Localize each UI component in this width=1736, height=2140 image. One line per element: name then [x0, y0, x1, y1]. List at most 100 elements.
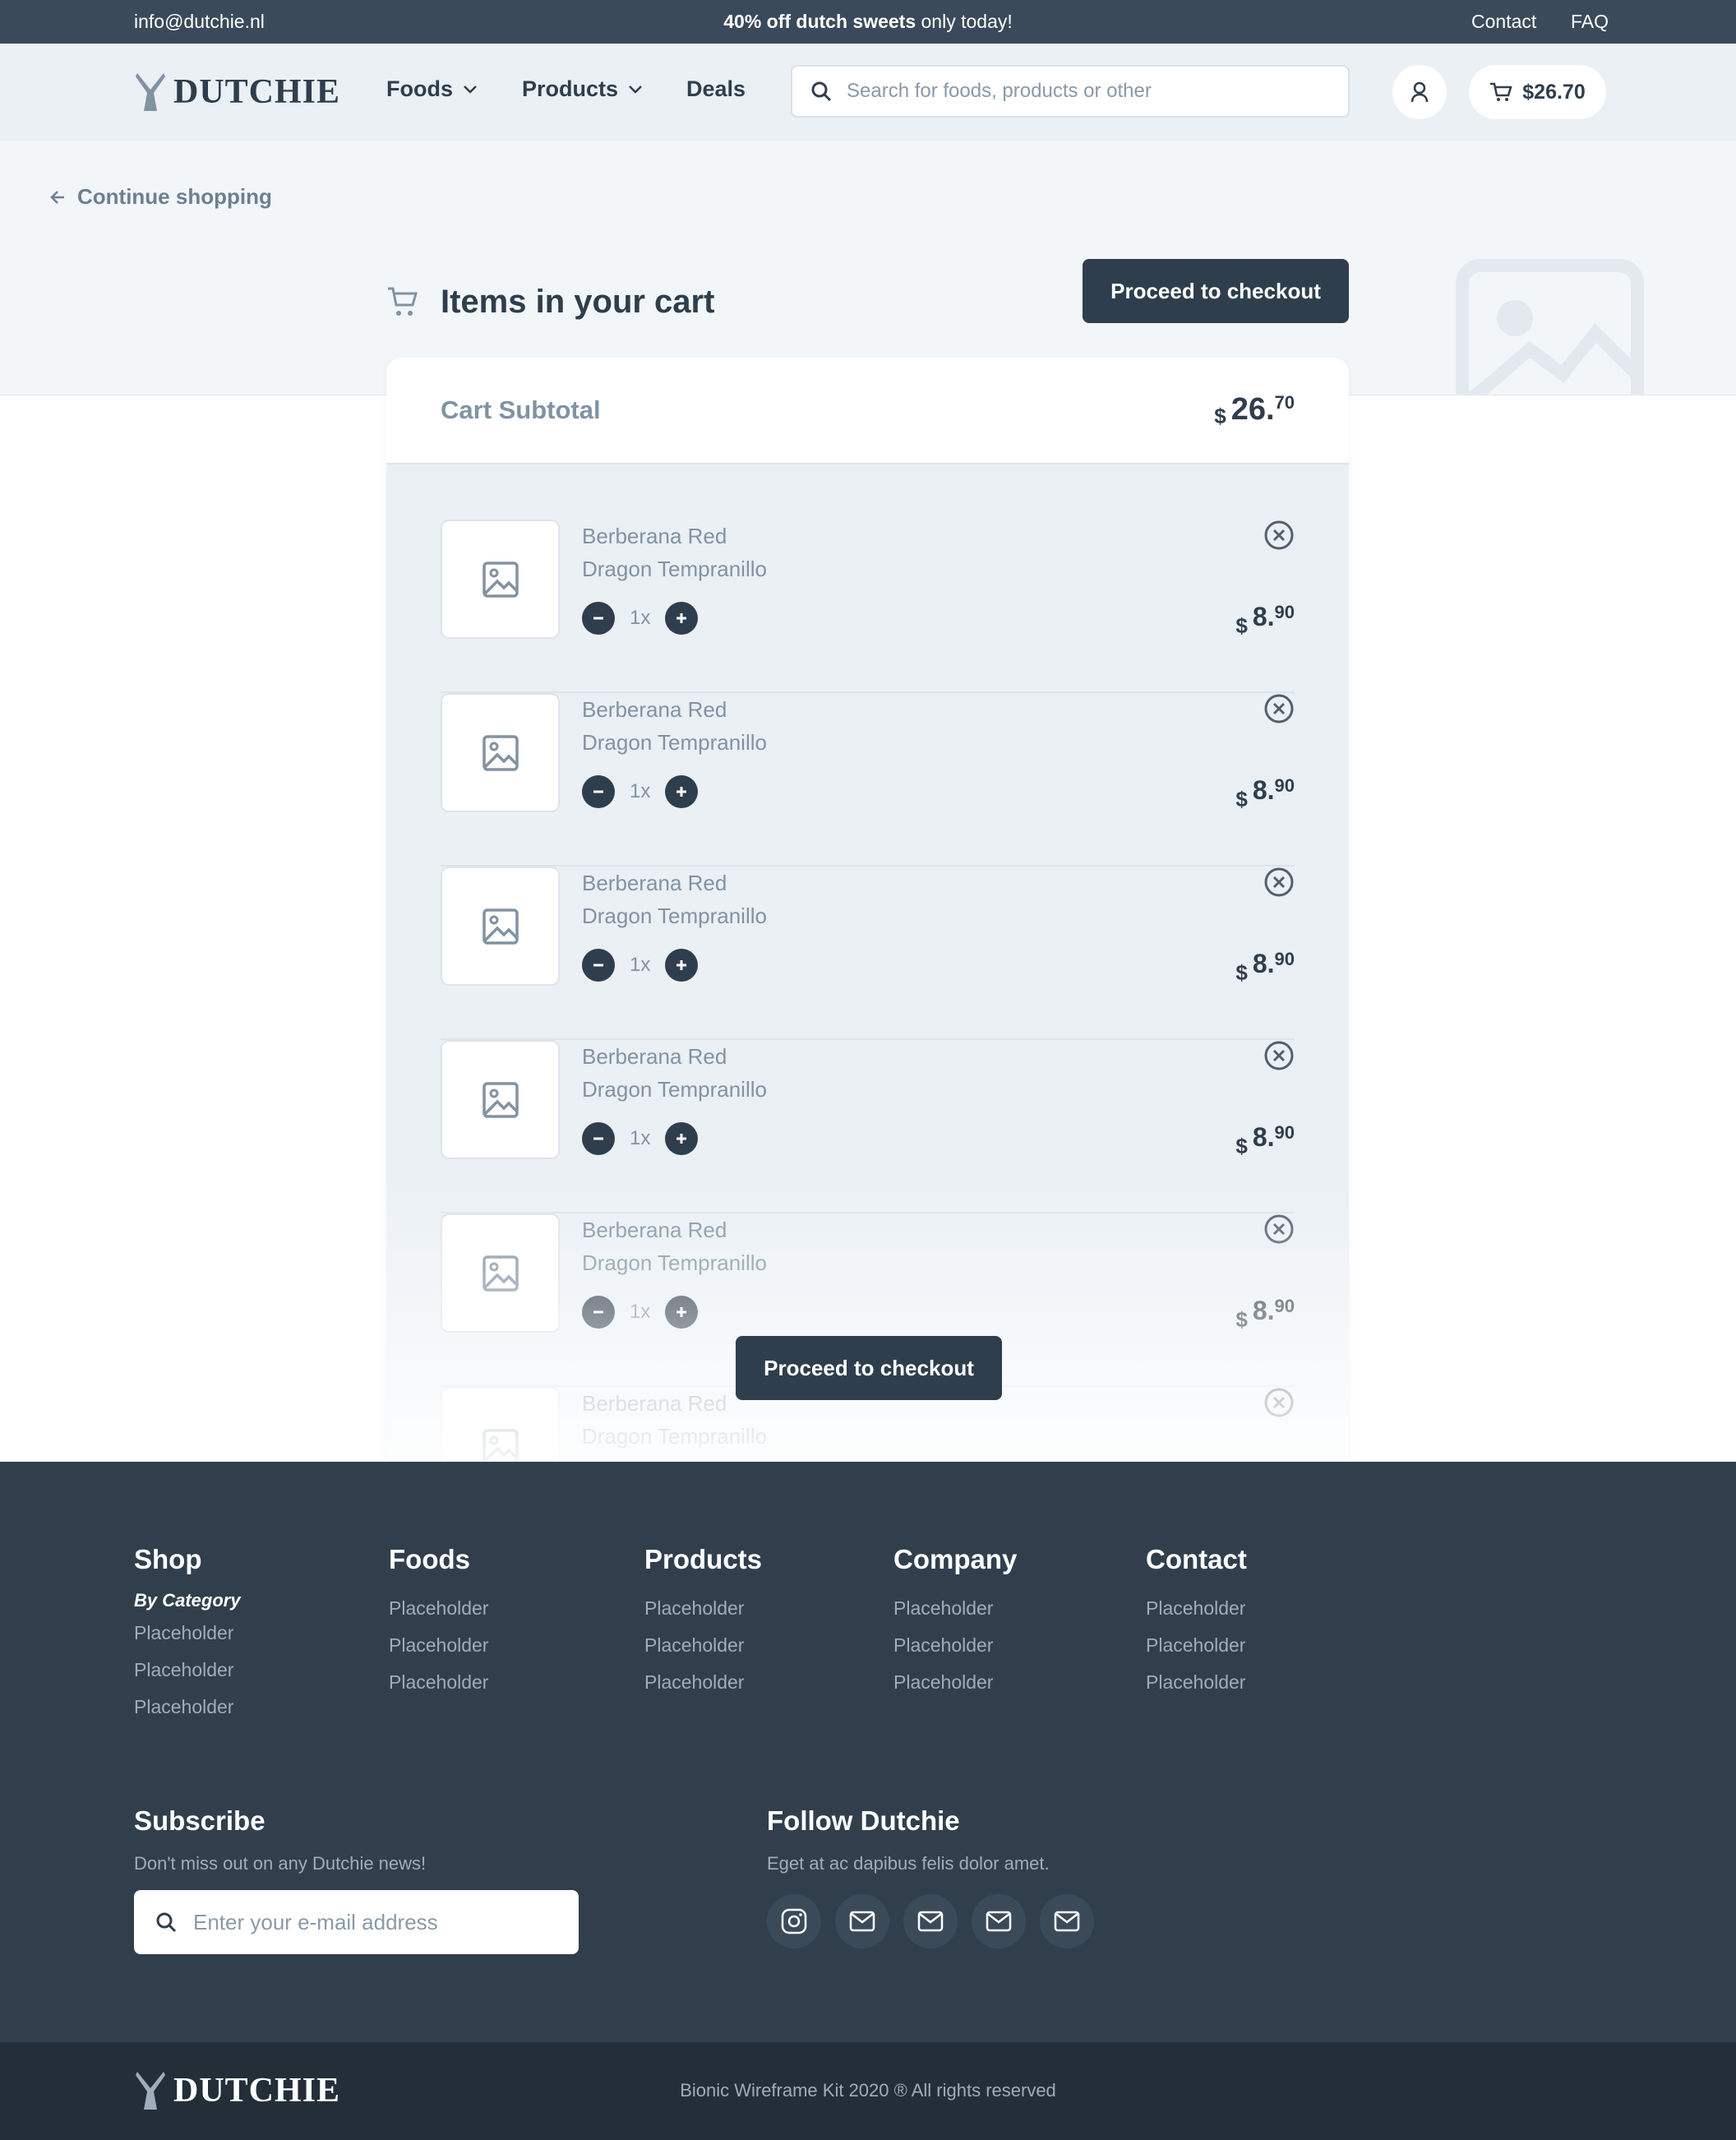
remove-item-icon[interactable]: [1263, 520, 1295, 551]
social-button[interactable]: [972, 1894, 1026, 1948]
decrease-button[interactable]: [582, 602, 615, 635]
instagram-icon: [781, 1908, 807, 1934]
social-button[interactable]: [1040, 1894, 1094, 1948]
currency: $: [1214, 403, 1226, 428]
minus-icon: [593, 964, 603, 967]
remove-item-icon[interactable]: [1263, 693, 1295, 724]
footer-link[interactable]: Placeholder: [134, 1652, 241, 1689]
footer-link[interactable]: Placeholder: [1146, 1664, 1247, 1701]
footer-col-company: Company Placeholder Placeholder Placeholder: [893, 1544, 1017, 1701]
image-icon: [482, 908, 519, 945]
nav-foods[interactable]: Foods: [386, 76, 478, 102]
footer-link[interactable]: Placeholder: [389, 1590, 488, 1627]
promo-bold: 40% off dutch sweets: [723, 11, 916, 32]
footer-heading: Shop: [134, 1544, 202, 1574]
image-placeholder-icon: [1456, 259, 1644, 395]
item-price: $8.90: [1235, 1122, 1295, 1159]
footer-heading: Products: [644, 1544, 763, 1574]
nav-foods-label: Foods: [386, 76, 453, 101]
product-name-line1: Berberana Red: [582, 871, 727, 895]
plus-icon: [676, 787, 687, 797]
nav-deals[interactable]: Deals: [686, 76, 746, 102]
email-link[interactable]: info@dutchie.nl: [134, 11, 265, 33]
main-nav: DUTCHIE Foods Products Deals $26.70: [0, 44, 1736, 141]
increase-button[interactable]: [665, 602, 699, 635]
subtotal-label: Cart Subtotal: [441, 395, 601, 424]
footer-link[interactable]: Placeholder: [1146, 1627, 1247, 1664]
nav-products[interactable]: Products: [522, 76, 643, 102]
social-button[interactable]: [767, 1894, 821, 1948]
user-icon: [1410, 81, 1429, 103]
footer-col-shop: Shop By Category Placeholder Placeholder Pla…: [134, 1544, 241, 1726]
footer-link[interactable]: Placeholder: [893, 1590, 1017, 1627]
contact-link[interactable]: Contact: [1471, 11, 1536, 33]
decrease-button[interactable]: [582, 949, 615, 982]
footer-link[interactable]: Placeholder: [1146, 1590, 1247, 1627]
footer-link[interactable]: Placeholder: [893, 1664, 1017, 1701]
decrease-button[interactable]: [582, 775, 615, 808]
account-button[interactable]: [1392, 65, 1447, 119]
product-name-line1: Berberana Red: [582, 697, 727, 722]
price-int: 8.: [1252, 1122, 1275, 1152]
subscribe-text: Don't miss out on any Dutchie news!: [134, 1853, 427, 1874]
footer-link[interactable]: Placeholder: [893, 1627, 1017, 1664]
item-price: $8.90: [1235, 775, 1295, 812]
quantity-value: 1x: [630, 1127, 651, 1149]
footer-heading: Company: [893, 1544, 1018, 1574]
product-name-line2: Dragon Tempranillo: [582, 557, 767, 581]
price-int: 26.: [1230, 391, 1275, 427]
social-button[interactable]: [835, 1894, 889, 1948]
item-price: $8.90: [1235, 949, 1295, 986]
quantity-value: 1x: [630, 607, 651, 629]
plus-icon: [676, 613, 687, 623]
increase-button[interactable]: [665, 949, 699, 982]
follow-text: Eget at ac dapibus felis dolor amet.: [767, 1853, 1050, 1874]
product-name: Berberana Red Dragon Tempranillo: [582, 693, 767, 759]
minus-icon: [593, 617, 603, 620]
increase-button[interactable]: [665, 1122, 699, 1155]
footer-link[interactable]: Placeholder: [644, 1627, 762, 1664]
product-name-line2: Dragon Tempranillo: [582, 904, 767, 928]
arrow-left-icon: [50, 190, 64, 204]
price-dec: 90: [1274, 775, 1295, 796]
quantity-value: 1x: [630, 780, 651, 802]
faq-link[interactable]: FAQ: [1571, 11, 1609, 33]
quantity-stepper: 1x: [582, 775, 699, 808]
product-thumbnail[interactable]: [441, 520, 560, 639]
footer-link[interactable]: Placeholder: [134, 1615, 241, 1652]
email-input[interactable]: [193, 1909, 555, 1935]
remove-item-icon[interactable]: [1263, 1040, 1295, 1071]
social-button[interactable]: [903, 1894, 958, 1948]
price-dec: 90: [1274, 1122, 1295, 1143]
bottom-bar: DUTCHIE Bionic Wireframe Kit 2020 ® All …: [0, 2042, 1736, 2140]
mail-icon: [986, 1911, 1012, 1932]
decrease-button[interactable]: [582, 1122, 615, 1155]
product-thumbnail[interactable]: [441, 693, 560, 812]
footer-link[interactable]: Placeholder: [134, 1689, 241, 1726]
footer-link[interactable]: Placeholder: [644, 1590, 762, 1627]
floating-checkout-button[interactable]: Proceed to checkout: [736, 1336, 1002, 1400]
windmill-icon: [136, 73, 165, 111]
footer-link[interactable]: Placeholder: [389, 1664, 488, 1701]
footer-link[interactable]: Placeholder: [644, 1664, 762, 1701]
search-bar: [791, 65, 1350, 118]
footer-col-contact: Contact Placeholder Placeholder Placeholder: [1146, 1544, 1247, 1701]
product-thumbnail[interactable]: [441, 867, 560, 986]
plus-icon: [676, 1134, 687, 1144]
increase-button[interactable]: [665, 775, 699, 808]
subscribe-field: [134, 1890, 579, 1954]
price-dec: 70: [1274, 391, 1295, 413]
continue-shopping-link[interactable]: Continue shopping: [49, 184, 272, 210]
logo[interactable]: DUTCHIE: [134, 72, 340, 113]
checkout-button[interactable]: Proceed to checkout: [1083, 259, 1349, 323]
price-int: 8.: [1252, 949, 1275, 978]
product-thumbnail[interactable]: [441, 1040, 560, 1159]
search-input[interactable]: [847, 80, 1307, 103]
mail-icon: [849, 1911, 875, 1932]
product-name: Berberana Red Dragon Tempranillo: [582, 1040, 767, 1106]
footer-subheading: By Category: [134, 1590, 241, 1611]
remove-item-icon[interactable]: [1263, 867, 1295, 898]
cart-card: Cart Subtotal $26. 70 Berberana Red Dragon…: [386, 358, 1349, 1462]
footer-link[interactable]: Placeholder: [389, 1627, 488, 1664]
cart-button[interactable]: $26.70: [1469, 65, 1606, 119]
